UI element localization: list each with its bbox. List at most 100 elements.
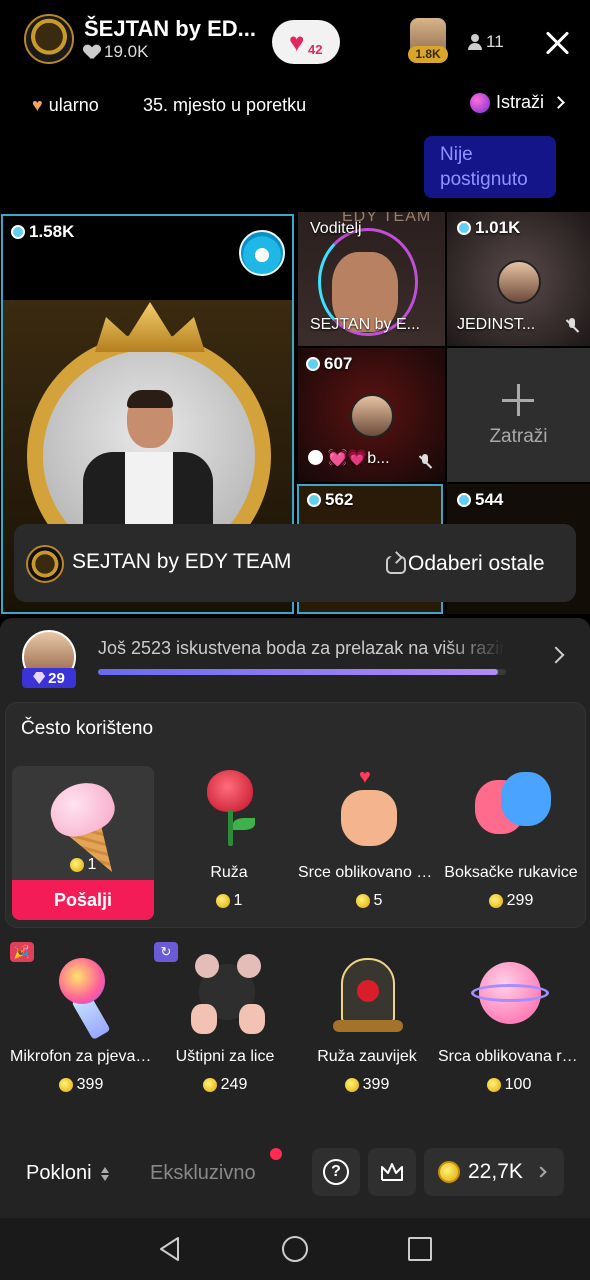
finger-heart-icon: ♥	[329, 766, 409, 846]
heart-globe-icon	[469, 954, 549, 1034]
rank-label[interactable]: 35. mjesto u poretku	[143, 92, 306, 118]
host-tile-label: Voditelj	[310, 220, 362, 237]
chevron-right-icon	[535, 1166, 547, 1178]
gift-item[interactable]: ♥ Srce oblikovano prstima 5	[298, 766, 440, 920]
gift-item[interactable]: Srca oblikovana rukama 100	[438, 940, 580, 1100]
recipient-selector: SEJTAN by EDY TEAM Odaberi ostale	[14, 524, 576, 602]
gift-item-selected[interactable]: 1 Pošalji	[12, 766, 154, 920]
coin-icon	[438, 1161, 460, 1183]
guest-tile-c[interactable]: 607 💓💗b...	[298, 348, 445, 482]
send-button[interactable]: Pošalji	[12, 880, 154, 920]
popular-info[interactable]: ♥ ularno	[32, 92, 99, 118]
crown-outline-icon	[380, 1162, 404, 1182]
boxing-gloves-icon	[471, 766, 551, 846]
gift-name: Mikrofon za pjevanje	[10, 1048, 152, 1065]
coin-balance-button[interactable]: 22,7K	[424, 1148, 564, 1196]
host-tile[interactable]: EDY TEAM Voditelj SEJTAN by E...	[298, 212, 445, 346]
score-icon	[457, 221, 471, 235]
back-icon[interactable]	[158, 1236, 182, 1262]
tile-c-name: 💓💗b...	[308, 448, 390, 468]
tile-e-score: 562	[307, 490, 353, 510]
guest-avatar	[497, 260, 541, 304]
explore-button[interactable]: Istraži	[470, 92, 565, 113]
gift-item[interactable]: Ruža zauvijek 399	[296, 940, 438, 1100]
gift-item[interactable]: 🎉 Mikrofon za pjevanje 399	[10, 940, 152, 1100]
viewer-count[interactable]: 11	[486, 32, 504, 52]
orange-heart-icon: ♥	[32, 94, 43, 115]
guest-tile-b[interactable]: 1.01K JEDINST...	[447, 212, 590, 346]
coin-icon	[215, 894, 230, 908]
host-likes-value: 19.0K	[104, 42, 149, 61]
party-tag-icon: 🎉	[10, 942, 34, 962]
gift-name: Uštipni za lice	[175, 1048, 275, 1065]
request-label: Zatraži	[489, 426, 548, 447]
mic-off-icon	[565, 318, 579, 334]
main-score: 1.58K	[11, 222, 74, 242]
explore-label: Istraži	[496, 92, 545, 112]
recipient-name[interactable]: SEJTAN by EDY TEAM	[72, 550, 291, 574]
host-avatar[interactable]	[24, 14, 74, 64]
rose-icon	[189, 766, 269, 846]
gift-price: 5	[298, 892, 440, 910]
gem-icon	[33, 672, 46, 684]
coin-icon	[69, 858, 84, 872]
hearts-pill-button[interactable]: ♥ 42	[272, 20, 340, 64]
home-icon[interactable]	[282, 1236, 308, 1262]
xp-progress-fill	[98, 669, 498, 675]
gift-price: 1	[12, 856, 154, 874]
gift-item[interactable]: Ruža 1	[158, 766, 300, 920]
pinch-face-icon	[185, 954, 265, 1034]
gift-price: 399	[10, 1076, 152, 1094]
system-nav-bar	[0, 1218, 590, 1280]
choose-others-label: Odaberi ostale	[408, 552, 545, 575]
close-icon[interactable]	[540, 26, 574, 60]
section-title: Često korišteno	[21, 718, 154, 739]
recipient-avatar[interactable]	[26, 545, 64, 583]
goal-status[interactable]: Nije postignuto	[424, 136, 556, 198]
score-icon	[11, 225, 25, 239]
coin-icon	[488, 894, 503, 908]
gift-panel-footer: Pokloni Ekskluzivno ? 22,7K	[0, 1148, 590, 1218]
gift-item[interactable]: Boksačke rukavice 299	[440, 766, 582, 920]
host-tile-name: SEJTAN by E...	[310, 316, 420, 333]
coin-icon	[486, 1078, 501, 1092]
planet-icon	[470, 92, 490, 113]
gift-name: Ruža zauvijek	[317, 1048, 417, 1065]
tile-c-score: 607	[306, 354, 352, 374]
choose-others-button[interactable]: Odaberi ostale	[384, 552, 545, 576]
popular-label: ularno	[48, 94, 99, 115]
tab-exclusive[interactable]: Ekskluzivno	[150, 1162, 256, 1185]
recent-apps-icon[interactable]	[408, 1237, 432, 1261]
xp-progress-bar	[98, 669, 506, 675]
plus-icon	[502, 384, 534, 416]
help-icon: ?	[323, 1159, 349, 1185]
score-icon	[307, 493, 321, 507]
score-icon	[457, 493, 471, 507]
notification-dot	[270, 1148, 282, 1160]
rose-jar-icon	[327, 954, 407, 1034]
help-button[interactable]: ?	[312, 1148, 360, 1196]
music-note-icon[interactable]	[239, 230, 285, 276]
mic-off-icon	[418, 454, 432, 470]
request-slot[interactable]: Zatraži	[447, 348, 590, 482]
gift-price: 100	[438, 1076, 580, 1094]
chevron-right-icon[interactable]	[547, 646, 565, 664]
host-likes: 19.0K	[84, 42, 148, 62]
live-header: ŠEJTAN by ED... 19.0K ♥ 42 1.8K 11 ♥ ula…	[0, 0, 590, 115]
interactive-tag-icon: ↻	[154, 942, 178, 962]
gift-item[interactable]: ↻ Uštipni za lice 249	[154, 940, 296, 1100]
chevron-right-icon	[552, 96, 565, 109]
guest-avatar	[350, 394, 394, 438]
score-icon	[306, 357, 320, 371]
host-name[interactable]: ŠEJTAN by ED...	[84, 16, 256, 42]
level-badge: 29	[22, 668, 76, 688]
xp-text[interactable]: Još 2523 iskustvena boda za prelazak na …	[98, 638, 506, 659]
gift-price: 1	[158, 892, 300, 910]
gift-name: Srca oblikovana rukama	[438, 1048, 580, 1065]
vip-button[interactable]	[368, 1148, 416, 1196]
tab-gifts[interactable]: Pokloni	[26, 1162, 110, 1185]
heart-icon	[84, 45, 100, 59]
gift-name: Ruža	[210, 864, 248, 881]
tile-b-score: 1.01K	[457, 218, 520, 238]
gift-name: Boksačke rukavice	[444, 864, 578, 881]
